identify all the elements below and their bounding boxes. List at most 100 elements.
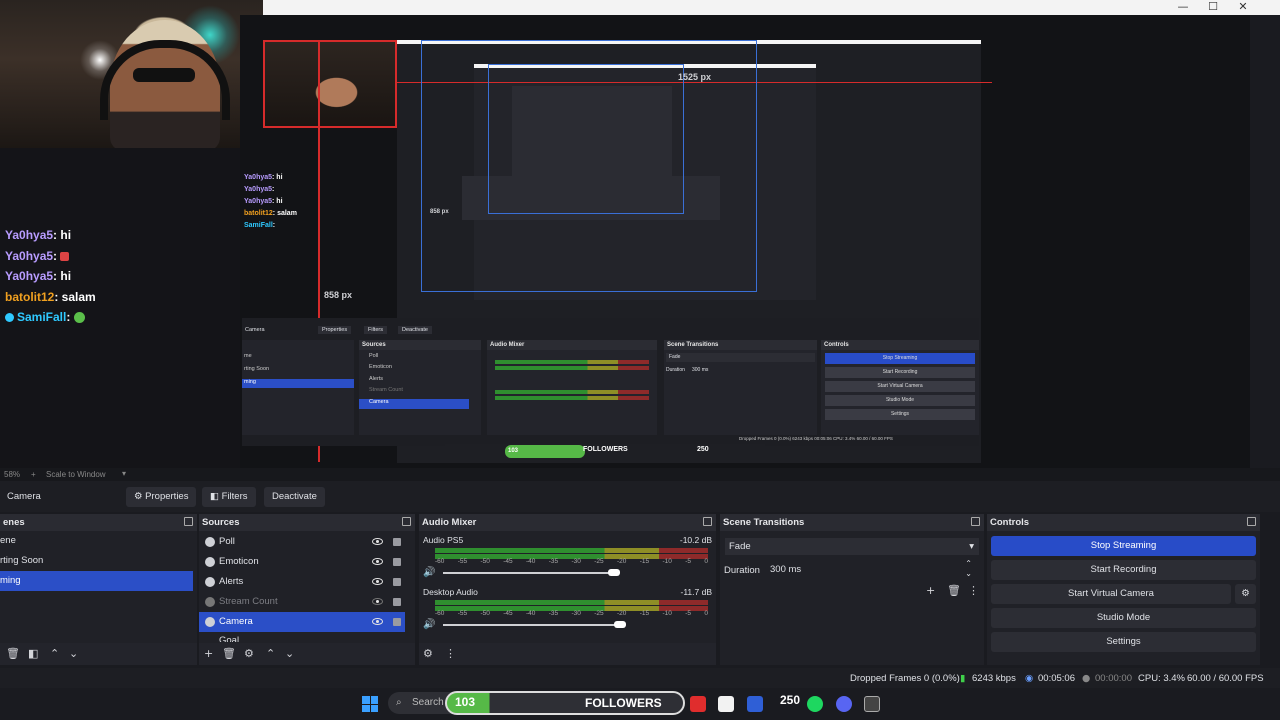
discord-icon[interactable]	[836, 696, 852, 712]
sources-footer: + 🗑 ⚙ ⌃ ⌄	[199, 643, 415, 665]
undock-icon[interactable]	[971, 517, 980, 526]
mini-chat-line: Ya0hya5: hi	[244, 198, 283, 205]
deactivate-button[interactable]: Deactivate	[264, 487, 325, 507]
eye-hidden-icon[interactable]	[372, 598, 383, 605]
chevron-down-icon[interactable]: ⌄	[69, 647, 78, 660]
channel-db: -10.2 dB	[679, 535, 712, 545]
undock-icon[interactable]	[1247, 517, 1256, 526]
source-item-selected[interactable]: Camera	[199, 612, 405, 632]
lock-icon[interactable]	[393, 598, 401, 606]
maximize-icon[interactable]: ☐	[1198, 0, 1228, 15]
add-icon[interactable]: +	[204, 647, 213, 660]
properties-button[interactable]: ⚙ Properties	[126, 487, 197, 507]
filters-button[interactable]: ◧ Filters	[202, 487, 256, 507]
bitrate: 6243 kbps	[972, 673, 1016, 684]
advanced-audio-icon[interactable]: ⚙	[423, 647, 433, 660]
windows-start-icon[interactable]	[362, 696, 378, 712]
more-icon[interactable]: ⋮	[445, 647, 456, 660]
facebook-icon[interactable]	[747, 696, 763, 712]
trash-icon[interactable]: 🗑	[6, 647, 20, 660]
record-time: 00:00:00	[1095, 673, 1132, 684]
source-label: Emoticon	[219, 556, 259, 567]
selection-box-blue	[488, 64, 684, 214]
mini-scene-selected	[242, 379, 354, 388]
studio-mode-button[interactable]: Studio Mode	[991, 608, 1256, 628]
amazon-icon[interactable]	[718, 696, 734, 712]
height-label-small: 858 px	[430, 209, 449, 215]
stop-streaming-button[interactable]: Stop Streaming	[991, 536, 1256, 556]
camera-icon	[205, 617, 215, 627]
scene-item[interactable]: ene	[0, 531, 187, 551]
mini-chat-line: Ya0hya5:	[244, 186, 275, 193]
chevron-down-icon[interactable]: ▾	[122, 469, 126, 478]
transition-value: Fade	[729, 541, 751, 552]
eye-icon[interactable]	[372, 618, 383, 625]
gear-icon[interactable]: ⚙	[244, 647, 254, 660]
scene-item[interactable]: rting Soon	[0, 551, 187, 571]
mini-meter	[495, 360, 649, 364]
speaker-icon[interactable]: 🔊	[423, 567, 435, 578]
trash-icon[interactable]: 🗑	[947, 584, 961, 597]
transition-select[interactable]: Fade ▾	[725, 538, 979, 555]
eye-icon[interactable]	[372, 538, 383, 545]
eye-icon[interactable]	[372, 578, 383, 585]
source-toolbar: Camera ⚙ Properties ◧ Filters Deactivate	[0, 481, 1280, 512]
mini-chat-line: batolit12: salam	[244, 210, 297, 217]
undock-icon[interactable]	[184, 517, 193, 526]
zoom-scale[interactable]: Scale to Window	[46, 470, 106, 479]
start-virtual-camera-button[interactable]: Start Virtual Camera	[991, 584, 1231, 604]
scene-item-selected[interactable]: ming	[0, 571, 193, 591]
settings-button[interactable]: Settings	[991, 632, 1256, 652]
obs-icon[interactable]	[864, 696, 880, 712]
undock-icon[interactable]	[703, 517, 712, 526]
mini-taskbar: 103 FOLLOWERS 250	[445, 444, 765, 460]
trash-icon[interactable]: 🗑	[222, 647, 236, 660]
source-item[interactable]: Emoticon	[199, 552, 405, 572]
lock-icon[interactable]	[393, 558, 401, 566]
volume-knob[interactable]	[613, 621, 626, 628]
source-item[interactable]: Poll	[199, 532, 405, 552]
chevron-up-icon[interactable]: ⌃	[266, 647, 275, 660]
channel-name: Audio PS5	[423, 535, 464, 545]
chevron-down-icon[interactable]: ⌄	[285, 647, 294, 660]
lock-icon[interactable]	[393, 618, 401, 626]
gear-icon[interactable]: ⚙	[1235, 584, 1256, 604]
eye-icon[interactable]	[372, 558, 383, 565]
speaker-icon[interactable]: 🔊	[423, 619, 435, 630]
right-gutter	[1250, 15, 1280, 468]
meter-scale: -60 -55 -50 -45 -40 -35 -30 -25 -20 -15 -10 -5 0	[435, 558, 708, 565]
source-item[interactable]: Stream Count	[199, 592, 405, 612]
filter-icon[interactable]: ◧	[28, 647, 38, 660]
spinner-icon[interactable]: ⌃ ⌄	[965, 559, 972, 579]
scenes-footer: 🗑 ◧ ⌃ ⌄	[0, 643, 197, 665]
mini-scene-item: ming	[244, 379, 256, 385]
mini-meter	[495, 366, 649, 370]
youtube-icon[interactable]	[690, 696, 706, 712]
meter-scale: -60 -55 -50 -45 -40 -35 -30 -25 -20 -15 -10 -5 0	[435, 610, 708, 617]
width-label: 1525 px	[678, 72, 712, 82]
more-icon[interactable]: ⋮	[968, 584, 979, 597]
lock-icon[interactable]	[393, 578, 401, 586]
mini-transitions-title: Scene Transitions	[664, 340, 817, 350]
volume-knob[interactable]	[608, 569, 620, 576]
minimize-icon[interactable]: —	[1168, 0, 1198, 15]
source-label: Stream Count	[219, 596, 278, 607]
channel-db: -11.7 dB	[680, 587, 712, 597]
chevron-up-icon[interactable]: ⌃	[50, 647, 59, 660]
duration-input[interactable]: 300 ms ⌃ ⌄	[766, 559, 976, 579]
undock-icon[interactable]	[402, 517, 411, 526]
gear-icon: ⚙	[134, 491, 143, 502]
spotify-icon[interactable]	[807, 696, 823, 712]
zoom-percent[interactable]: 58%	[4, 470, 20, 479]
mini-chat-line: Ya0hya5: hi	[244, 174, 283, 181]
plus-icon[interactable]: +	[31, 470, 36, 479]
lock-icon[interactable]	[393, 538, 401, 546]
source-item[interactable]: Goal	[199, 632, 405, 642]
close-icon[interactable]: ✕	[1228, 0, 1258, 15]
mini-source-item: Stream Count	[369, 387, 403, 393]
volume-slider[interactable]	[443, 572, 614, 574]
source-item[interactable]: Alerts	[199, 572, 405, 592]
volume-slider[interactable]	[443, 624, 620, 626]
add-icon[interactable]: +	[926, 584, 935, 597]
start-recording-button[interactable]: Start Recording	[991, 560, 1256, 580]
